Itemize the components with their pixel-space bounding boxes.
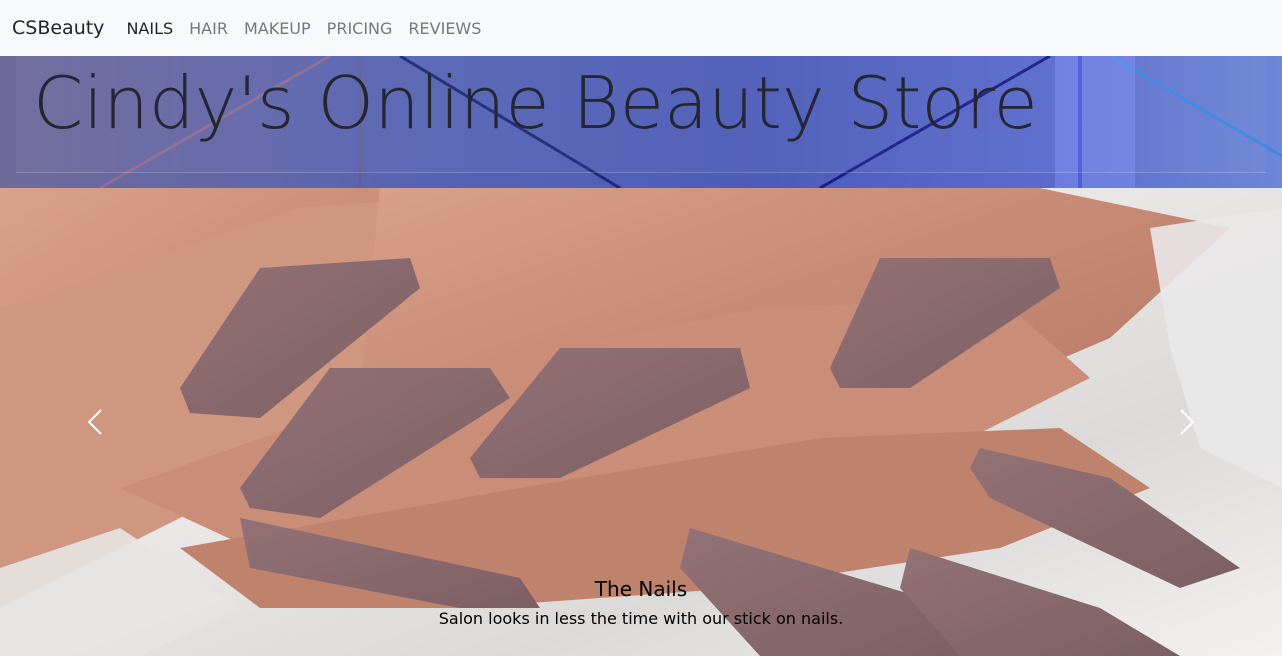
carousel-caption: The Nails Salon looks in less the time w… (0, 576, 1282, 630)
slide-title: The Nails (594, 577, 688, 601)
nav-links: NAILS HAIR MAKEUP PRICING REVIEWS (126, 19, 497, 38)
nav-link-pricing[interactable]: PRICING (327, 19, 393, 38)
hero-banner: Cindy's Online Beauty Store (0, 56, 1282, 188)
chevron-right-icon (1180, 409, 1195, 435)
nav-link-hair[interactable]: HAIR (189, 19, 228, 38)
chevron-left-icon (87, 409, 102, 435)
nav-link-reviews[interactable]: REVIEWS (408, 19, 481, 38)
nav-link-makeup[interactable]: MAKEUP (244, 19, 311, 38)
nav-link-nails[interactable]: NAILS (126, 19, 173, 38)
slide-description: Salon looks in less the time with our st… (438, 609, 844, 628)
top-navbar: CSBeauty NAILS HAIR MAKEUP PRICING REVIE… (0, 0, 1282, 56)
brand-link[interactable]: CSBeauty (12, 17, 104, 39)
page-title: Cindy's Online Beauty Store (33, 61, 1038, 145)
product-carousel: The Nails Salon looks in less the time w… (0, 188, 1282, 656)
